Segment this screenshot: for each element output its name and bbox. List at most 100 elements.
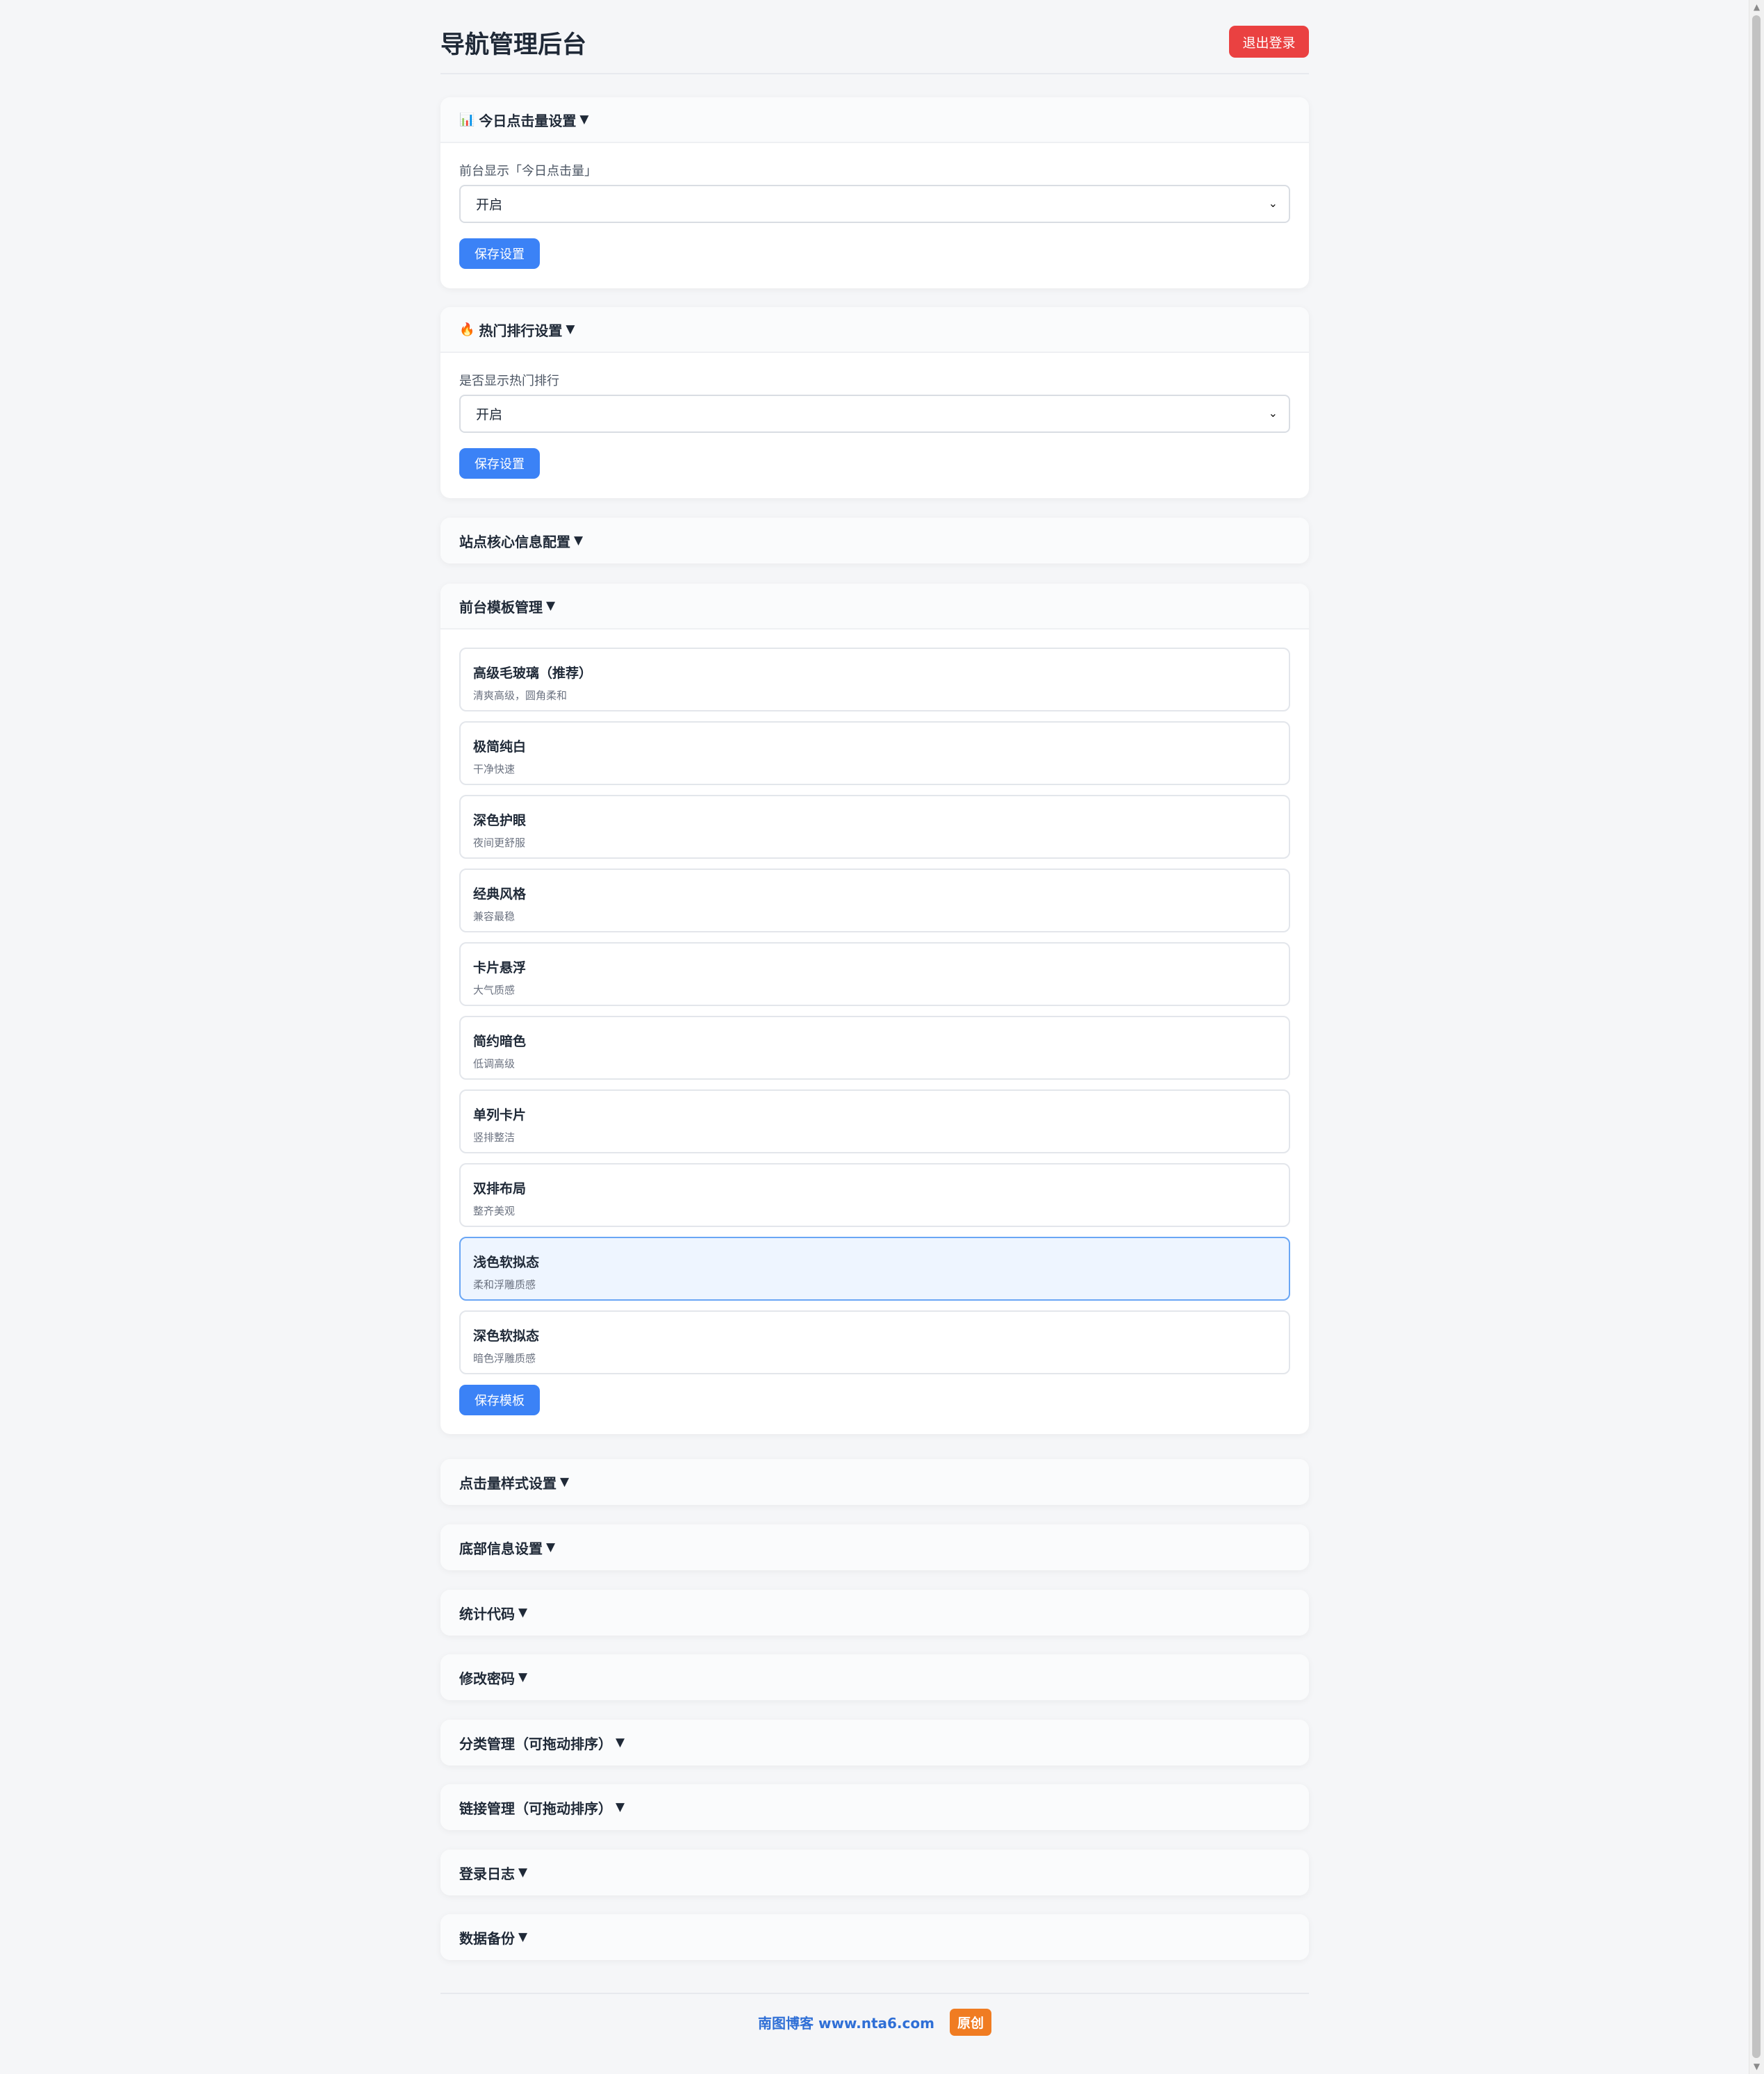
login-log-header[interactable]: 登录日志 ▼ [440,1850,1309,1895]
template-desc: 竖排整洁 [473,1131,516,1144]
template-name: 经典风格 [473,887,527,902]
section-title: 分类管理（可拖动排序） [459,1735,612,1752]
today-clicks-card: 📊 今日点击量设置 ▼ 前台显示「今日点击量」 开启 ⌄ 保存设置 [440,97,1309,288]
hot-ranking-select[interactable]: 开启 ⌄ [459,395,1290,433]
template-desc: 清爽高级，圆角柔和 [473,689,568,702]
hot-ranking-card: 🔥 热门排行设置 ▼ 是否显示热门排行 开启 ⌄ 保存设置 [440,307,1309,498]
chart-icon: 📊 [459,112,475,127]
template-name: 高级毛玻璃（推荐） [473,666,593,681]
hot-ranking-save-button[interactable]: 保存设置 [459,448,540,479]
caret-down-icon: ▼ [616,1800,625,1814]
scroll-down-icon[interactable]: ▼ [1749,2059,1764,2074]
caret-down-icon: ▼ [579,113,589,126]
section-title: 站点核心信息配置 [459,533,570,550]
template-desc: 夜间更舒服 [473,837,526,849]
template-option[interactable]: 极简纯白 干净快速 [459,721,1290,785]
caret-down-icon: ▼ [518,1606,528,1620]
change-password-card: 修改密码 ▼ [440,1654,1309,1700]
template-desc: 低调高级 [473,1057,516,1070]
template-name: 浅色软拟态 [473,1255,540,1270]
caret-down-icon: ▼ [546,599,556,613]
template-name: 单列卡片 [473,1108,527,1123]
chevron-down-icon: ⌄ [1268,197,1278,210]
template-name: 双排布局 [473,1181,527,1196]
template-option[interactable]: 简约暗色 低调高级 [459,1016,1290,1080]
today-clicks-field-label: 前台显示「今日点击量」 [459,164,597,179]
templates-header[interactable]: 前台模板管理 ▼ [440,584,1309,629]
template-name: 极简纯白 [473,739,527,755]
fire-icon: 🔥 [459,322,475,337]
link-mgmt-header[interactable]: 链接管理（可拖动排序） ▼ [440,1784,1309,1830]
template-desc: 大气质感 [473,984,516,996]
section-title: 热门排行设置 [479,322,563,339]
today-clicks-header[interactable]: 📊 今日点击量设置 ▼ [440,97,1309,143]
stats-code-card: 统计代码 ▼ [440,1590,1309,1636]
select-value: 开启 [476,197,503,213]
site-core-header[interactable]: 站点核心信息配置 ▼ [440,518,1309,563]
caret-down-icon: ▼ [574,534,584,548]
scrollbar-thumb[interactable] [1752,15,1761,2058]
caret-down-icon: ▼ [566,322,575,336]
template-option[interactable]: 单列卡片 竖排整洁 [459,1089,1290,1153]
section-title: 前台模板管理 [459,598,543,616]
select-value: 开启 [476,407,503,422]
click-style-header[interactable]: 点击量样式设置 ▼ [440,1459,1309,1505]
footer-info-header[interactable]: 底部信息设置 ▼ [440,1524,1309,1570]
template-option[interactable]: 高级毛玻璃（推荐） 清爽高级，圆角柔和 [459,648,1290,711]
template-name: 简约暗色 [473,1034,527,1049]
stats-code-header[interactable]: 统计代码 ▼ [440,1590,1309,1636]
site-core-card: 站点核心信息配置 ▼ [440,518,1309,563]
section-title: 底部信息设置 [459,1540,543,1557]
page-footer: 南图博客 www.nta6.com 原创 [440,2008,1309,2036]
section-title: 统计代码 [459,1605,515,1622]
hot-ranking-header[interactable]: 🔥 热门排行设置 ▼ [440,307,1309,353]
templates-body: 高级毛玻璃（推荐） 清爽高级，圆角柔和 极简纯白 干净快速 深色护眼 夜间更舒服… [440,629,1309,1434]
template-option-selected[interactable]: 浅色软拟态 柔和浮雕质感 [459,1237,1290,1301]
logout-button[interactable]: 退出登录 [1229,26,1309,58]
footer-info-card: 底部信息设置 ▼ [440,1524,1309,1570]
original-badge: 原创 [949,2008,991,2036]
footer-divider [440,1993,1309,1994]
today-clicks-select[interactable]: 开启 ⌄ [459,185,1290,223]
save-template-button[interactable]: 保存模板 [459,1385,540,1415]
chevron-down-icon: ⌄ [1268,406,1278,420]
template-desc: 兼容最稳 [473,910,516,923]
today-clicks-save-button[interactable]: 保存设置 [459,238,540,269]
template-name: 深色软拟态 [473,1328,540,1344]
template-desc: 整齐美观 [473,1205,516,1217]
template-option[interactable]: 双排布局 整齐美观 [459,1163,1290,1227]
scroll-up-icon[interactable]: ▲ [1749,0,1764,15]
caret-down-icon: ▼ [546,1540,556,1554]
section-title: 今日点击量设置 [479,112,577,129]
footer-site-link[interactable]: 南图博客 www.nta6.com [758,2012,934,2032]
caret-down-icon: ▼ [518,1670,528,1684]
caret-down-icon: ▼ [518,1866,528,1879]
template-name: 卡片悬浮 [473,960,527,976]
vertical-scrollbar[interactable]: ▲ ▼ [1749,0,1764,2074]
today-clicks-body: 前台显示「今日点击量」 开启 ⌄ 保存设置 [440,143,1309,288]
template-desc: 干净快速 [473,763,516,775]
caret-down-icon: ▼ [560,1475,570,1489]
admin-container: 导航管理后台 退出登录 📊 今日点击量设置 ▼ 前台显示「今日点击量」 开启 ⌄… [440,0,1309,1960]
template-name: 深色护眼 [473,813,527,828]
link-mgmt-card: 链接管理（可拖动排序） ▼ [440,1784,1309,1830]
category-mgmt-header[interactable]: 分类管理（可拖动排序） ▼ [440,1720,1309,1766]
caret-down-icon: ▼ [518,1930,528,1944]
change-password-header[interactable]: 修改密码 ▼ [440,1654,1309,1700]
data-backup-header[interactable]: 数据备份 ▼ [440,1914,1309,1960]
template-option[interactable]: 深色软拟态 暗色浮雕质感 [459,1310,1290,1374]
page-header: 导航管理后台 退出登录 [440,0,1309,74]
login-log-card: 登录日志 ▼ [440,1850,1309,1895]
template-option[interactable]: 经典风格 兼容最稳 [459,869,1290,932]
template-option[interactable]: 深色护眼 夜间更舒服 [459,795,1290,859]
template-desc: 柔和浮雕质感 [473,1278,536,1291]
category-mgmt-card: 分类管理（可拖动排序） ▼ [440,1720,1309,1766]
data-backup-card: 数据备份 ▼ [440,1914,1309,1960]
caret-down-icon: ▼ [616,1736,625,1750]
click-style-card: 点击量样式设置 ▼ [440,1459,1309,1505]
templates-card: 前台模板管理 ▼ 高级毛玻璃（推荐） 清爽高级，圆角柔和 极简纯白 干净快速 深… [440,584,1309,1434]
template-option[interactable]: 卡片悬浮 大气质感 [459,942,1290,1006]
section-title: 修改密码 [459,1670,515,1687]
template-desc: 暗色浮雕质感 [473,1352,536,1365]
section-title: 点击量样式设置 [459,1474,557,1492]
